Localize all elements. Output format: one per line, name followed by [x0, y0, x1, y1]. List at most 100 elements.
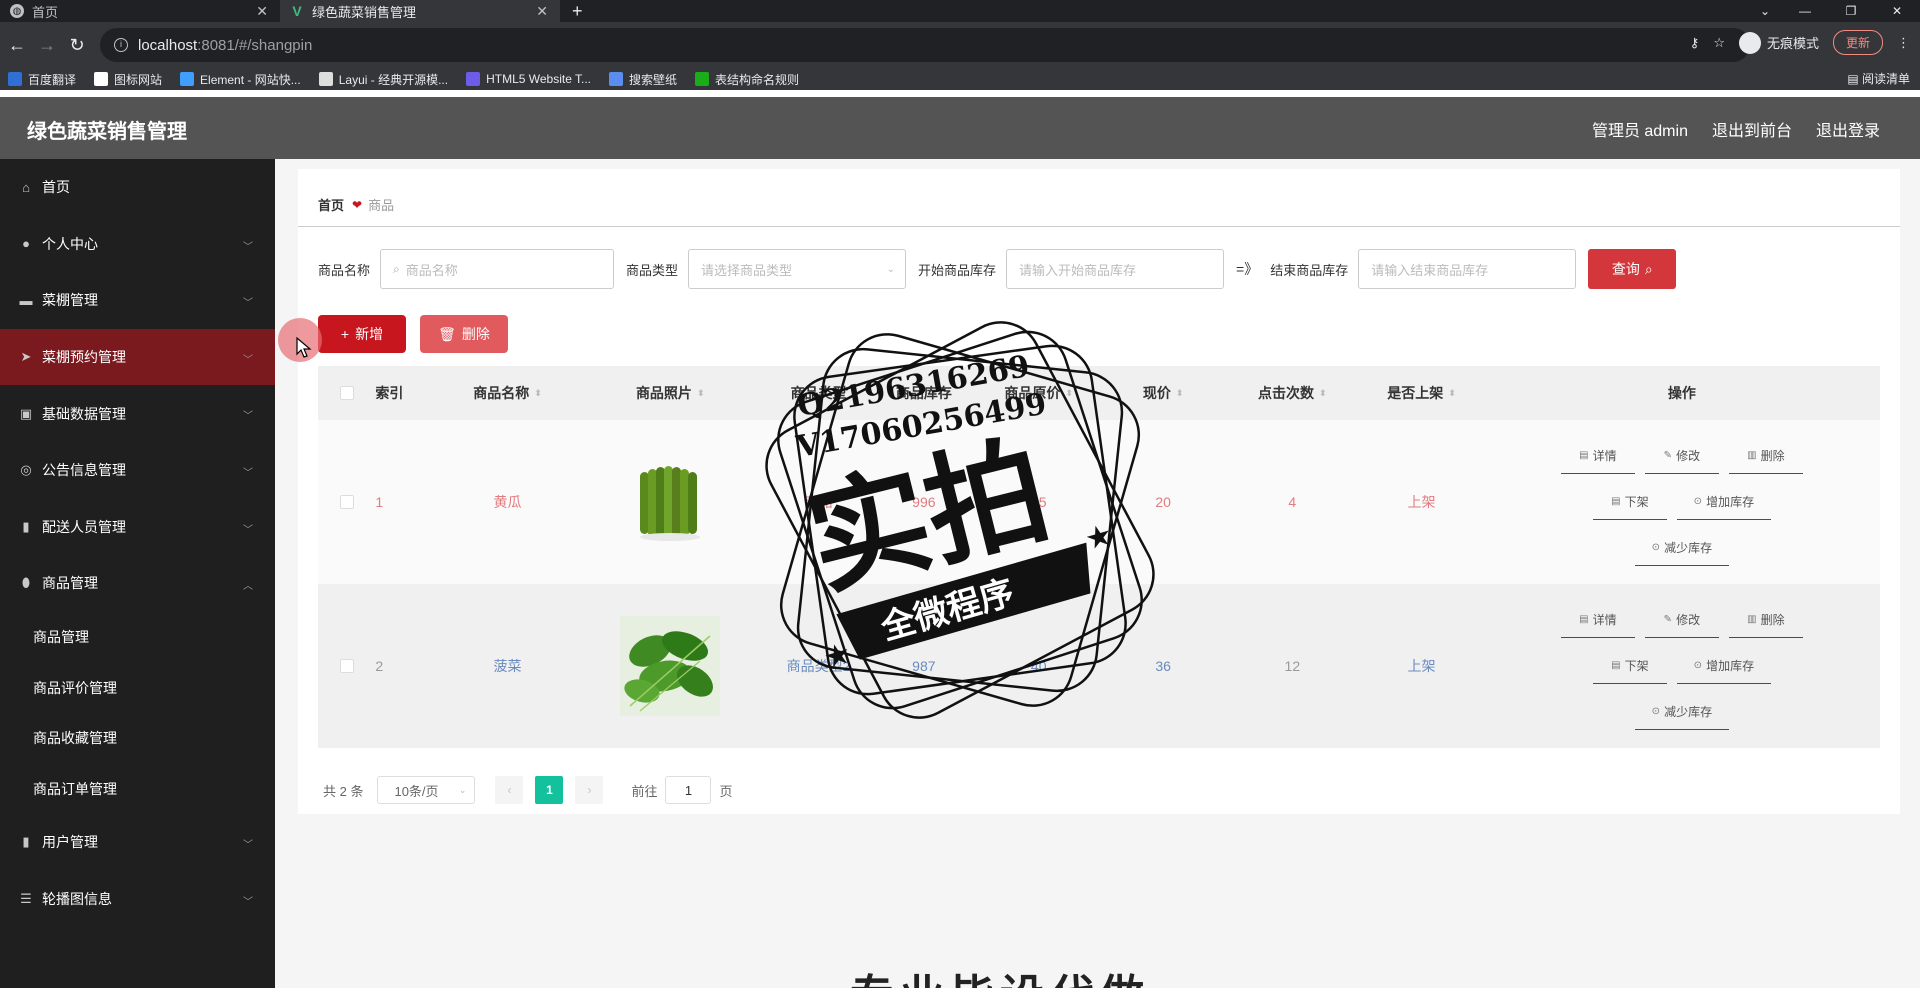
sidebar-item[interactable]: ☰ 轮播图信息 ﹀ — [0, 871, 275, 928]
select-all-checkbox[interactable] — [339, 386, 354, 400]
browser-tab-home[interactable]: ◍ 首页 ✕ — [0, 0, 280, 22]
row-checkbox[interactable] — [339, 659, 354, 673]
sidebar-subitem[interactable]: 商品订单管理 — [0, 764, 275, 815]
back-to-frontend-link[interactable]: 退出到前台 — [1712, 117, 1792, 141]
page-size-select[interactable]: 10条/页 ⌄ — [377, 776, 476, 804]
chevron-down-icon: ﹀ — [243, 524, 253, 536]
header-clicks[interactable]: 点击次数 ⬍ — [1225, 383, 1359, 403]
minimize-button[interactable]: — — [1782, 0, 1828, 22]
sidebar-subitem[interactable]: 商品评价管理 — [0, 662, 275, 713]
reading-list-button[interactable]: ▤ 阅读清单 — [1847, 68, 1910, 90]
update-button[interactable]: 更新 — [1832, 30, 1883, 55]
close-window-button[interactable]: ✕ — [1874, 0, 1920, 22]
info-icon[interactable]: i — [114, 38, 128, 52]
detail-button[interactable]: ▤ 详情 — [1560, 438, 1635, 474]
edit-button[interactable]: ✎ 修改 — [1644, 438, 1719, 474]
logout-link[interactable]: 退出登录 — [1816, 117, 1880, 141]
admin-label[interactable]: 管理员 admin — [1592, 117, 1688, 141]
reduce-stock-button[interactable]: ⊙ 减少库存 — [1634, 694, 1729, 730]
sidebar-item[interactable]: ▬ 菜棚管理 ﹀ — [0, 272, 275, 329]
sort-icon[interactable]: ⬍ — [534, 388, 542, 399]
bookmark-item[interactable]: Layui - 经典开源模... — [318, 71, 448, 88]
row-index: 2 — [375, 658, 384, 674]
sidebar-item[interactable]: ⌂ 首页 — [0, 159, 275, 216]
sidebar-item[interactable]: ▮ 配送人员管理 ﹀ — [0, 499, 275, 556]
tab-label: 绿色蔬菜销售管理 — [312, 4, 417, 20]
bookmark-item[interactable]: 搜索壁纸 — [609, 71, 677, 88]
add-stock-button[interactable]: ⊙ 增加库存 — [1676, 484, 1771, 520]
header-clicks-label: 点击次数 — [1258, 385, 1315, 401]
add-button[interactable]: + 新增 — [318, 315, 406, 353]
reduce-stock-button[interactable]: ⊙ 减少库存 — [1634, 530, 1729, 566]
row-shelf[interactable]: 上架 — [1408, 492, 1436, 512]
star-icon[interactable]: ☆ — [1713, 35, 1725, 51]
goto-page-input[interactable]: 1 — [665, 776, 712, 804]
type-placeholder: 请选择商品类型 — [701, 262, 793, 278]
bar-chart-icon: ▮ — [22, 518, 30, 534]
page-number-button[interactable]: 1 — [535, 776, 564, 804]
bookmark-item[interactable]: Element - 网站快... — [180, 71, 301, 88]
offshelf-button[interactable]: ▤ 下架 — [1592, 484, 1667, 520]
name-search-input[interactable]: ⌕ 商品名称 — [380, 249, 615, 289]
offshelf-button[interactable]: ▤ 下架 — [1592, 648, 1667, 684]
sort-icon[interactable]: ⬍ — [1448, 388, 1456, 399]
row-checkbox[interactable] — [339, 495, 354, 509]
chevron-down-icon: ﹀ — [243, 467, 253, 479]
vue-icon: V — [292, 3, 302, 19]
delete-button[interactable]: ▥ 删除 — [1728, 602, 1803, 638]
bookmark-item[interactable]: 表结构命名规则 — [695, 71, 799, 88]
header-shelf[interactable]: 是否上架 ⬍ — [1359, 383, 1483, 403]
sidebar-subitem[interactable]: 商品管理 — [0, 612, 275, 663]
sidebar-subitem[interactable]: 商品收藏管理 — [0, 713, 275, 764]
end-stock-input[interactable]: 请输入结束商品库存 — [1358, 249, 1577, 289]
row-shelf[interactable]: 上架 — [1408, 656, 1436, 676]
incognito-icon — [1738, 31, 1761, 54]
bookmark-item[interactable]: 图标网站 — [94, 71, 162, 88]
forward-button[interactable]: → — [32, 35, 62, 56]
bookmark-label: 图标网站 — [114, 72, 163, 87]
location-icon: ⊙ — [1693, 496, 1703, 507]
tab-search-icon[interactable]: ⌄ — [1760, 0, 1770, 22]
sidebar-item[interactable]: ▮ 用户管理 ﹀ — [0, 814, 275, 871]
sliders-icon: ☰ — [20, 891, 32, 907]
delete-button[interactable]: ▥ 删除 — [1728, 438, 1803, 474]
heart-icon: ❤ — [352, 197, 363, 212]
close-icon[interactable]: ✕ — [256, 3, 268, 20]
reload-button[interactable]: ↻ — [62, 35, 92, 56]
new-tab-button[interactable]: + — [560, 1, 595, 22]
prev-page-button[interactable]: ‹ — [495, 776, 524, 804]
reduce-stock-label: 减少库存 — [1664, 541, 1713, 555]
sidebar-item-label: 商品管理 — [42, 575, 98, 592]
bookmark-item[interactable]: 百度翻译 — [8, 71, 76, 88]
sort-icon[interactable]: ⬍ — [697, 388, 705, 399]
close-icon[interactable]: ✕ — [536, 3, 548, 20]
key-icon[interactable]: ⚷ — [1690, 35, 1700, 51]
header-name[interactable]: 商品名称 ⬍ — [441, 383, 575, 403]
breadcrumb-home[interactable]: 首页 — [318, 195, 344, 214]
url-bar[interactable]: i localhost:8081/#/shangpin — [100, 28, 1750, 62]
back-button[interactable]: ← — [2, 35, 32, 56]
address-toolbar: ← → ↻ i localhost:8081/#/shangpin ⚷ ☆ 无痕… — [0, 22, 1920, 68]
sidebar-item[interactable]: ◎ 公告信息管理 ﹀ — [0, 442, 275, 499]
sidebar-item[interactable]: ● 个人中心 ﹀ — [0, 216, 275, 273]
sidebar-item[interactable]: ▣ 基础数据管理 ﹀ — [0, 385, 275, 442]
bookmark-item[interactable]: HTML5 Website T... — [466, 72, 591, 86]
detail-button[interactable]: ▤ 详情 — [1560, 602, 1635, 638]
menu-icon[interactable]: ⋮ — [1897, 35, 1910, 51]
offshelf-label: 下架 — [1624, 495, 1649, 509]
batch-delete-button[interactable]: 🗑︎ 删除 — [420, 315, 508, 353]
end-stock-placeholder: 请输入结束商品库存 — [1371, 262, 1489, 278]
next-page-button[interactable]: › — [575, 776, 604, 804]
query-button[interactable]: 查询 ⌕ — [1588, 249, 1677, 289]
edit-button[interactable]: ✎ 修改 — [1644, 602, 1719, 638]
pager-total: 共 2 条 — [323, 783, 364, 799]
delete-label: 删除 — [1760, 613, 1785, 627]
sidebar-item[interactable]: ⬮ 商品管理 ︿ — [0, 555, 275, 612]
sort-icon[interactable]: ⬍ — [1319, 388, 1327, 399]
sidebar-item[interactable]: ➤ 菜棚预约管理 ﹀ — [0, 328, 275, 386]
type-label: 商品类型 — [626, 262, 679, 278]
add-stock-button[interactable]: ⊙ 增加库存 — [1676, 648, 1771, 684]
browser-tab-app[interactable]: V 绿色蔬菜销售管理 ✕ — [280, 0, 560, 22]
incognito-indicator[interactable]: 无痕模式 — [1738, 31, 1819, 54]
restore-button[interactable]: ❐ — [1828, 0, 1874, 22]
